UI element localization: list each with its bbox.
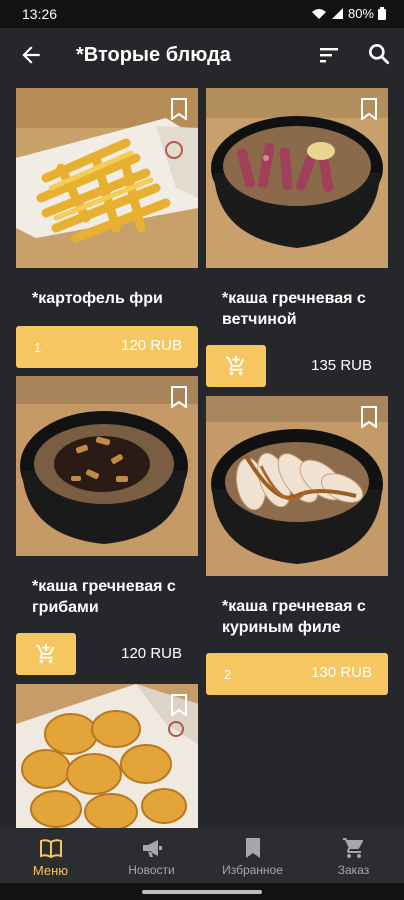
product-name: *каша гречневая с грибами [32,578,176,616]
bookmark-icon [246,838,260,858]
product-price: 135 RUB [311,357,372,374]
product-grid: *картофель фри 1 120 RUB *каша гречневая… [0,82,404,828]
cart-quantity: 2 [224,667,232,682]
product-image-fries [16,88,198,268]
megaphone-icon [143,840,162,857]
add-to-cart-icon [35,643,55,664]
nav-item-favorites[interactable]: Избранное [202,828,303,883]
product-card[interactable] [16,684,198,828]
bookmark-icon[interactable] [170,694,188,716]
battery-level: 80% [347,6,374,21]
quantity-bar[interactable]: 2 130 RUB [206,653,388,695]
product-image-nuggets [16,684,198,828]
app-bar: *Вторые блюда [0,28,404,82]
nav-label: Меню [32,863,69,878]
bookmark-icon[interactable] [360,406,378,428]
add-to-cart-button[interactable] [206,345,266,387]
cart-icon [343,838,364,858]
nav-label: Избранное [222,863,283,877]
wifi-icon [311,8,326,19]
status-time: 13:26 [22,6,58,22]
cart-quantity: 1 [34,340,42,355]
nav-item-order[interactable]: Заказ [303,828,404,883]
product-price: 120 RUB [121,337,182,354]
add-to-cart-icon [225,355,245,376]
status-icons: 80% [311,6,386,21]
nav-item-news[interactable]: Новости [101,828,202,883]
product-name: *картофель фри [32,290,163,307]
status-bar: 13:26 80% [0,0,404,28]
home-indicator[interactable] [142,890,262,894]
book-icon [40,839,62,859]
search-icon[interactable] [366,41,392,67]
product-name: *каша гречневая с ветчиной [222,290,366,328]
gesture-bar [0,883,404,900]
product-card[interactable]: *каша гречневая с куриным филе 2 130 RUB [206,396,388,696]
product-name: *каша гречневая с куриным филе [222,598,366,636]
add-to-cart-button[interactable] [16,633,76,675]
product-card[interactable]: *картофель фри 1 120 RUB [16,88,198,368]
signal-icon [331,7,343,19]
product-card[interactable]: *каша гречневая с ветчиной 135 RUB [206,88,388,388]
nav-label: Заказ [337,863,370,877]
quantity-bar[interactable]: 1 120 RUB [16,326,198,368]
bookmark-icon[interactable] [170,98,188,120]
back-arrow-icon[interactable] [18,42,44,68]
nav-item-menu[interactable]: Меню [0,828,101,883]
bottom-navigation: Меню Новости Избранное Заказ [0,828,404,883]
product-price: 130 RUB [311,664,372,681]
battery-icon [378,7,386,20]
product-image-buckwheat-chicken [206,396,388,576]
bookmark-icon[interactable] [170,386,188,408]
nav-label: Новости [128,863,175,877]
product-image-buckwheat-mushrooms [16,376,198,556]
bookmark-icon[interactable] [360,98,378,120]
product-price: 120 RUB [121,645,182,662]
sort-icon[interactable] [316,43,342,67]
page-title: *Вторые блюда [76,44,231,66]
product-card[interactable]: *каша гречневая с грибами 120 RUB [16,376,198,676]
product-image-buckwheat-ham [206,88,388,268]
